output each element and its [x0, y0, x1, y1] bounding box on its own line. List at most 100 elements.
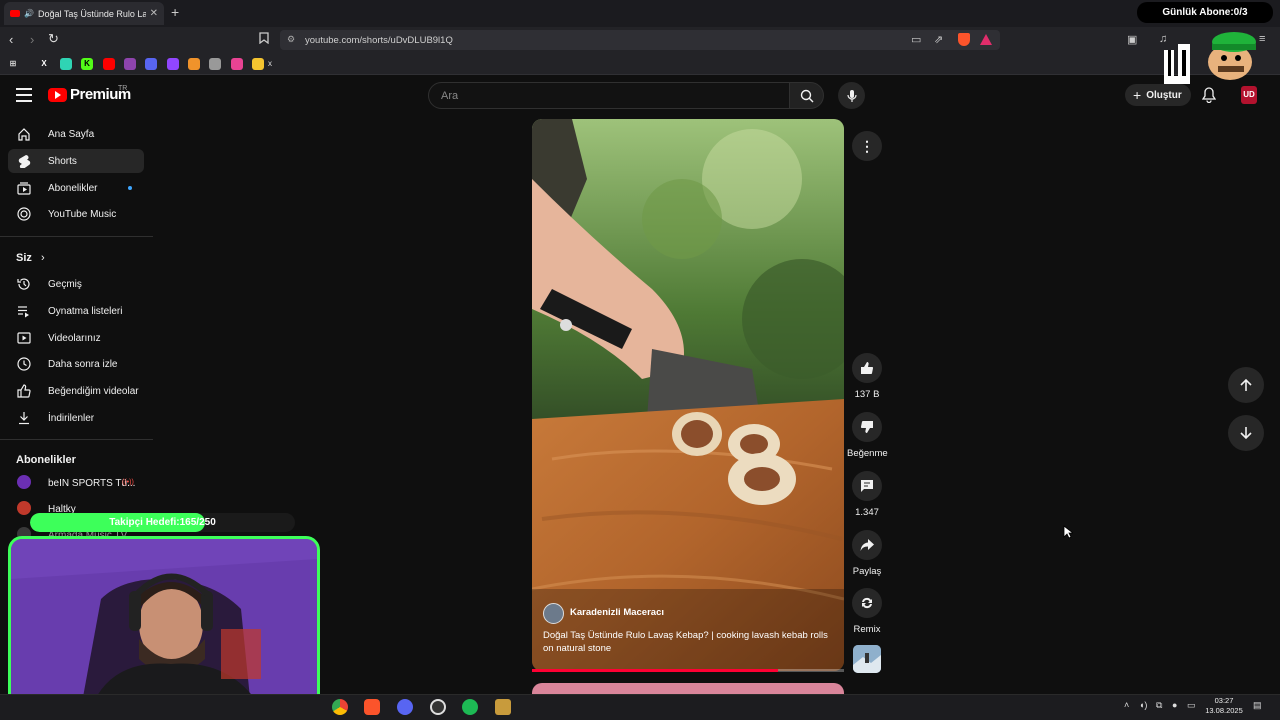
sidebar-subscription-item[interactable]: beIN SPORTS Tü... ((•)): [8, 471, 144, 495]
obs-taskbar-icon[interactable]: [430, 699, 446, 715]
short-video-player[interactable]: [532, 119, 844, 671]
league-taskbar-icon[interactable]: [495, 699, 511, 715]
bookmark-folder-icon[interactable]: [252, 58, 264, 70]
like-button[interactable]: [852, 353, 882, 383]
more-options-button[interactable]: ⋮: [852, 131, 882, 161]
bookmark-pink-icon[interactable]: [231, 58, 243, 70]
network-icon[interactable]: ▭: [1187, 700, 1196, 711]
bookmark-folder-label[interactable]: x: [264, 58, 276, 70]
reload-icon[interactable]: ↻: [48, 31, 59, 47]
spotify-taskbar-icon[interactable]: [462, 699, 478, 715]
dislike-button[interactable]: [852, 412, 882, 442]
video-progress-bar[interactable]: [532, 669, 844, 672]
tray-app-icon[interactable]: ⧉: [1156, 700, 1162, 711]
tray-chevron-up-icon[interactable]: ˄: [1124, 700, 1129, 710]
brave-shield-icon[interactable]: [958, 33, 970, 46]
share-action[interactable]: Paylaş: [847, 530, 887, 577]
search-button[interactable]: [789, 82, 824, 109]
new-tab-button[interactable]: +: [171, 4, 179, 20]
comment-icon: [861, 480, 873, 492]
discord-icon[interactable]: [145, 58, 157, 70]
back-icon[interactable]: ‹: [9, 32, 13, 47]
like-action[interactable]: 137 B: [847, 353, 887, 400]
sidebar-item-home[interactable]: Ana Sayfa: [8, 122, 144, 146]
your-videos-icon: [17, 332, 31, 344]
sidebar-item-downloads[interactable]: İndirilenler: [8, 406, 144, 430]
sidebar-item-shorts[interactable]: Shorts: [8, 149, 144, 173]
menu-icon[interactable]: [16, 88, 32, 102]
tray-mic-icon[interactable]: ●: [1172, 700, 1177, 710]
sidebar-item-playlists[interactable]: Oynatma listeleri: [8, 299, 144, 323]
share-label: Paylaş: [852, 566, 882, 577]
thumbs-up-icon: [861, 362, 874, 375]
comments-action[interactable]: 1.347: [847, 471, 887, 518]
bookmark-star-icon[interactable]: [188, 58, 200, 70]
system-clock[interactable]: 03:27 13.08.2025: [1200, 696, 1248, 716]
gmail-icon[interactable]: [124, 58, 136, 70]
account-avatar[interactable]: UD: [1241, 86, 1257, 104]
create-button[interactable]: + Oluştur: [1125, 84, 1191, 106]
video-frame: [532, 119, 844, 671]
remix-button[interactable]: [852, 588, 882, 618]
speaker-icon[interactable]: 🔊: [24, 9, 34, 18]
sidebar-item-label: Shorts: [48, 155, 77, 167]
share-page-icon[interactable]: ⇗: [934, 33, 943, 46]
short-channel-name[interactable]: Karadenizli Maceracı: [570, 607, 664, 618]
chrome-taskbar-icon[interactable]: [332, 699, 348, 715]
plus-icon: +: [1133, 87, 1142, 103]
search-input[interactable]: Ara: [428, 82, 790, 109]
x-twitter-icon[interactable]: X: [38, 58, 50, 70]
forward-icon[interactable]: ›: [30, 32, 34, 47]
you-section-header[interactable]: Siz ›: [16, 252, 45, 264]
sidebar-divider: [0, 439, 153, 440]
url-field[interactable]: youtube.com/shorts/uDvDLUB9l1Q: [280, 30, 1000, 50]
remix-icon: [862, 597, 872, 609]
notification-center-icon[interactable]: ▤: [1253, 700, 1262, 711]
sidebar-item-your-videos[interactable]: Videolarınız: [8, 326, 144, 350]
remix-label: Remix: [853, 624, 881, 635]
dislike-action[interactable]: Beğenme: [847, 412, 888, 459]
twitch-icon[interactable]: [167, 58, 179, 70]
browser-tab-bar: [0, 0, 1280, 27]
close-tab-icon[interactable]: ✕: [150, 8, 158, 19]
short-caption[interactable]: Doğal Taş Üstünde Rulo Lavaş Kebap? | co…: [543, 629, 835, 655]
live-indicator-icon: ((•)): [122, 479, 134, 486]
apps-grid-icon[interactable]: ⊞: [7, 58, 19, 70]
youtube-bookmark-icon[interactable]: [103, 58, 115, 70]
sidebar-item-youtube-music[interactable]: YouTube Music: [8, 202, 144, 226]
channel-avatar: [17, 475, 31, 489]
comments-button[interactable]: [852, 471, 882, 501]
audio-source-thumbnail[interactable]: [853, 645, 881, 673]
streamer-logo: [1162, 28, 1272, 88]
notifications-bell-icon[interactable]: [1201, 87, 1217, 108]
site-info-icon[interactable]: ⚙: [287, 34, 295, 45]
sidebar-item-label: Abonelikler: [48, 182, 98, 194]
browser-tab-active[interactable]: 🔊 Doğal Taş Üstünde Rulo Lava... ✕: [4, 2, 164, 25]
sidebar-item-watch-later[interactable]: Daha sonra izle: [8, 352, 144, 376]
bookmark-github-icon[interactable]: [209, 58, 221, 70]
remix-action[interactable]: Remix: [847, 588, 887, 635]
channel-avatar[interactable]: [543, 603, 564, 624]
brave-taskbar-icon[interactable]: [364, 699, 380, 715]
sidebar-item-label: Geçmiş: [48, 278, 82, 290]
share-icon: [860, 539, 874, 551]
sidebar-item-liked-videos[interactable]: Beğendiğim videolar: [8, 379, 144, 403]
sidebar-item-subscriptions[interactable]: Abonelikler: [8, 176, 144, 200]
channel-avatar: [17, 501, 31, 515]
discord-taskbar-icon[interactable]: [397, 699, 413, 715]
voice-search-button[interactable]: [838, 82, 865, 109]
tab-title: Doğal Taş Üstünde Rulo Lava...: [37, 8, 146, 19]
volume-icon[interactable]: ◖): [1139, 700, 1147, 710]
bookmark-icon[interactable]: [259, 32, 269, 47]
sidebar-item-history[interactable]: Geçmiş: [8, 272, 144, 296]
next-short-button[interactable]: [1228, 415, 1264, 451]
tab-search-icon[interactable]: ▣: [1127, 33, 1137, 46]
cast-icon[interactable]: ▭: [911, 33, 921, 46]
brave-rewards-icon[interactable]: [980, 34, 992, 45]
kick-icon[interactable]: K: [81, 58, 93, 70]
bookmark-app-icon[interactable]: [60, 58, 72, 70]
previous-short-button[interactable]: [1228, 367, 1264, 403]
youtube-play-icon: [48, 87, 67, 102]
share-button[interactable]: [852, 530, 882, 560]
clock-time: 03:27: [1214, 696, 1234, 705]
